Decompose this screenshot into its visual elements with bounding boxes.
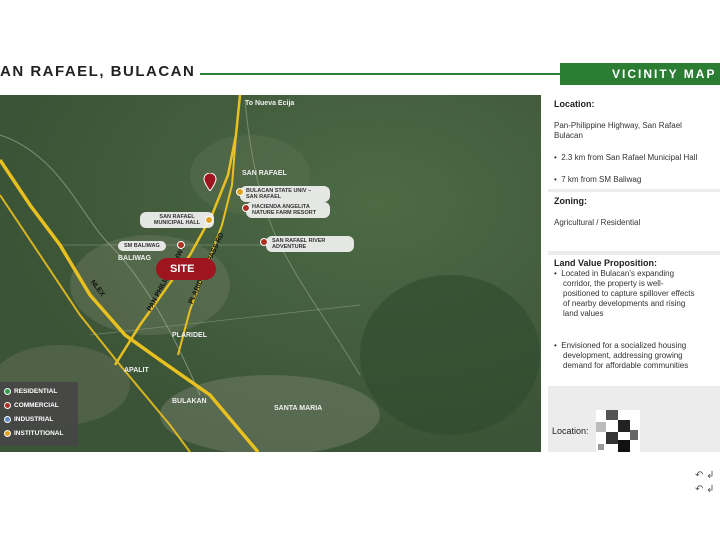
header-divider <box>200 73 560 75</box>
lvp-line: corridor, the property is well- <box>563 279 664 288</box>
zoning-heading: Zoning: <box>554 196 587 206</box>
return-arrow-icon[interactable]: ↶ ↲ <box>695 484 715 495</box>
place-label-to-nueva-ecija: To Nueva Ecija <box>245 100 295 107</box>
lvp-line: of nearby developments and rising <box>563 299 686 308</box>
place-label-plaridel: PLARIDEL <box>172 332 207 339</box>
lvp-line: development, addressing growing <box>563 351 683 360</box>
lvp-bullet: • Envisioned for a socialized housing <box>554 341 687 350</box>
site-marker[interactable]: SITE <box>156 258 216 280</box>
lvp-line: positioned to capture spillover effects <box>563 289 695 298</box>
vicinity-map-banner: VICINITY MAP <box>560 63 720 85</box>
place-label-apalit: APALIT <box>124 367 149 374</box>
vicinity-map[interactable]: To Nueva Ecija SAN RAFAEL BALIWAG PLARID… <box>0 95 541 452</box>
legend-industrial: INDUSTRIAL <box>4 416 53 423</box>
zoning-section: Zoning: Agricultural / Residential <box>548 192 720 251</box>
landmark-bulacan-state-univ[interactable]: BULACAN STATE UNIV – SAN RAFAEL <box>240 186 330 202</box>
location-line: Pan-Philippine Highway, San Rafael <box>554 121 682 130</box>
land-value-heading: Land Value Proposition: <box>554 258 658 268</box>
place-label-santa-maria: SANTA MARIA <box>274 405 323 412</box>
commercial-marker-icon <box>260 238 268 246</box>
commercial-marker-icon <box>242 204 250 212</box>
location-line: Bulacan <box>554 131 583 140</box>
residential-dot-icon <box>4 388 11 395</box>
location-bullet: • 7 km from SM Baliwag <box>554 175 642 184</box>
lvp-bullet: • Located in Bulacan’s expanding <box>554 269 675 278</box>
lvp-line: land values <box>563 309 604 318</box>
landmark-san-rafael-river-adventure[interactable]: SAN RAFAEL RIVER ADVENTURE <box>266 236 354 252</box>
place-label-baliwag: BALIWAG <box>118 255 152 262</box>
slide: AN RAFAEL, BULACAN VICINITY MAP To Nueva… <box>0 0 720 540</box>
lvp-line: demand for affordable communities <box>563 361 689 370</box>
institutional-marker-icon <box>205 216 213 224</box>
location-section: Location: Pan-Philippine Highway, San Ra… <box>548 95 720 189</box>
location-heading: Location: <box>554 99 595 109</box>
page-title: AN RAFAEL, BULACAN <box>0 63 196 80</box>
qr-location-label: Location: <box>552 426 589 436</box>
landmark-hacienda-angelita[interactable]: HACIENDA ANGELITA NATURE FARM RESORT <box>246 202 330 218</box>
landmark-municipal-hall[interactable]: SAN RAFAEL MUNICIPAL HALL <box>140 212 214 228</box>
info-panel: Location: Pan-Philippine Highway, San Ra… <box>548 95 720 452</box>
place-label-san-rafael: SAN RAFAEL <box>242 170 287 177</box>
map-legend: RESIDENTIAL COMMERCIAL INDUSTRIAL INSTIT… <box>0 382 78 446</box>
legend-institutional: INSTITUTIONAL <box>4 430 63 437</box>
institutional-dot-icon <box>4 430 11 437</box>
qr-code-icon[interactable] <box>596 410 640 454</box>
place-label-bulakan: BULAKAN <box>172 398 207 405</box>
zoning-text: Agricultural / Residential <box>554 218 641 227</box>
institutional-marker-icon <box>236 188 244 196</box>
industrial-dot-icon <box>4 416 11 423</box>
map-background <box>0 95 541 452</box>
legend-commercial: COMMERCIAL <box>4 402 59 409</box>
return-arrow-icon[interactable]: ↶ ↲ <box>695 470 715 481</box>
commercial-marker-icon <box>177 241 185 249</box>
site-pin-icon <box>203 173 217 191</box>
location-bullet: • 2.3 km from San Rafael Municipal Hall <box>554 153 698 162</box>
land-value-section: Land Value Proposition: • Located in Bul… <box>548 255 720 386</box>
commercial-dot-icon <box>4 402 11 409</box>
landmark-sm-baliwag[interactable]: SM BALIWAG <box>118 241 166 251</box>
legend-residential: RESIDENTIAL <box>4 388 57 395</box>
